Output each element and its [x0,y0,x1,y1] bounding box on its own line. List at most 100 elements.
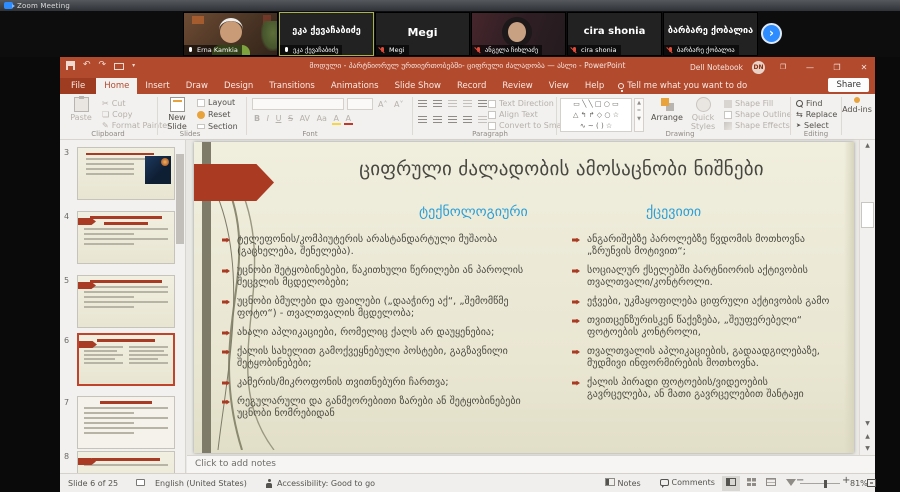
slide-left-column-header[interactable]: ტექნოლოგიური [419,204,528,220]
next-slide-button[interactable]: ▼ [861,443,874,454]
thumbnail-scrollbar-thumb[interactable] [176,154,184,244]
ribbon-display-options-icon[interactable]: ❐ [774,63,792,71]
slide-title[interactable]: ციფრული ძალადობის ამოსაცნობი ნიშნები [289,158,834,180]
slide-scrollbar[interactable]: ▲ ▼ ▲ ▼ [859,140,875,455]
comments-toggle[interactable]: Comments [660,478,715,487]
select-button[interactable]: ➤ Select [796,121,829,130]
bullet-item[interactable]: ტელეფონის/კომპიუტერის არასტანდარტული მუშ… [222,234,524,258]
bullet-item[interactable]: თვალთვალის აპლიკაციების, გადაადგილებაზე,… [572,346,834,370]
font-name-combobox[interactable] [252,98,344,110]
participant-tile-erna[interactable]: Erna Kamkia [183,12,278,56]
view-reading-button[interactable] [762,476,780,491]
account-avatar[interactable]: DN [752,61,765,74]
zoom-slider-track[interactable] [800,483,840,484]
tab-file[interactable]: File [60,78,96,94]
tab-slide-show[interactable]: Slide Show [387,78,449,94]
align-text-button[interactable]: Align Text [488,110,538,119]
reset-button[interactable]: Reset [197,110,230,119]
previous-slide-button[interactable]: ▲ [861,431,874,442]
notes-pane[interactable]: Click to add notes [187,455,875,473]
gallery-down-icon[interactable]: ▼ [635,115,643,123]
gallery-up-icon[interactable]: ▲ [635,99,643,107]
copy-button[interactable]: ❏ Copy [102,110,132,119]
bullet-item[interactable]: ეჭვები, უკმაყოფილება ციფრული აქტივობის გ… [572,296,834,308]
bullet-item[interactable]: თვითცენზურისკენ წაქეზება, „შეუფერებელი“ … [572,315,834,339]
accessibility-status[interactable]: Accessibility: Good to go [277,479,375,488]
slide-left-bullet-list[interactable]: ტელეფონის/კომპიუტერის არასტანდარტული მუშ… [222,234,524,427]
bullet-item[interactable]: რეგულარული და განმეორებითი ზარები ან შეტ… [222,396,524,420]
minimize-button[interactable]: — [801,63,819,72]
tab-animations[interactable]: Animations [323,78,387,94]
tab-transitions[interactable]: Transitions [261,78,323,94]
quick-styles-button[interactable]: Quick Styles [686,97,720,131]
tab-record[interactable]: Record [449,78,494,94]
bullet-item[interactable]: კამერის/მიკროფონის თვითნებური ჩართვა; [222,377,524,389]
find-button[interactable]: Find [796,99,822,108]
tell-me-box[interactable]: Tell me what you want to do [612,78,753,94]
tab-home[interactable]: Home [96,78,137,94]
thumbnail-slide-8[interactable] [77,451,175,473]
bullet-item[interactable]: უცნობი შეტყობინებები, წაკითხული წერილები… [222,265,524,289]
thumbnail-slide-3[interactable] [77,147,175,200]
slide-right-column-header[interactable]: ქცევითი [646,204,701,220]
numbering-button[interactable] [433,100,442,107]
layout-button[interactable]: Layout [197,98,235,107]
zoom-slider-knob[interactable] [824,480,827,488]
thumbnail-slide-7[interactable] [77,396,175,449]
text-direction-button[interactable]: Text Direction [488,99,554,108]
tab-design[interactable]: Design [216,78,261,94]
arrange-button[interactable]: Arrange [650,97,684,122]
tab-help[interactable]: Help [577,78,612,94]
slide-right-bullet-list[interactable]: ანგარიშებზე პაროლებზე წვდომის მოთხოვნა „… [572,234,834,408]
align-left-button[interactable] [418,116,427,123]
thumbnail-slide-5[interactable] [77,275,175,328]
restore-button[interactable]: ❐ [828,63,846,72]
close-button[interactable]: ✕ [855,63,873,72]
align-right-button[interactable] [448,116,457,123]
character-spacing-button[interactable]: AV [298,114,312,123]
shape-gallery-scroll[interactable]: ▲ = ▼ [634,98,644,132]
view-normal-button[interactable] [722,476,740,491]
change-case-button[interactable]: Aa [315,114,329,123]
cut-button[interactable]: ✂ Cut [102,99,126,108]
tab-review[interactable]: Review [494,78,540,94]
accessibility-icon[interactable] [265,478,273,489]
proofing-icon[interactable] [136,478,145,487]
scroll-down-arrow[interactable]: ▼ [861,418,874,430]
bullet-item[interactable]: ქალის პირადი ფოტოების/ვიდეოების გავრცელე… [572,377,834,401]
strikethrough-button[interactable]: S [286,114,295,123]
shape-fill-button[interactable]: Shape Fill [724,99,773,108]
tab-view[interactable]: View [541,78,577,94]
tab-draw[interactable]: Draw [178,78,216,94]
bullets-button[interactable] [418,100,427,107]
language-indicator[interactable]: English (United States) [155,479,247,488]
participant-tile-barbare[interactable]: ბარბარე ქობალია ბარბარე ქობალია [663,12,758,56]
shape-gallery[interactable]: ▭ ╲ ╲ □ ○ ▭ △ ↰ ↱ ◇ ○ ☆ ∿ ~ ( ) ☆ [560,98,632,132]
fit-slide-button[interactable] [867,478,876,488]
view-slide-sorter-button[interactable] [742,476,760,491]
align-center-button[interactable] [433,116,442,123]
participant-tile-eka[interactable]: ეკა ქევაჩაბიძე ეკა ქევაჩაბიძე [279,12,374,56]
scroll-up-arrow[interactable]: ▲ [861,140,874,152]
new-slide-button[interactable]: New Slide [160,97,194,131]
slide-indicator[interactable]: Slide 6 of 25 [68,479,118,488]
slide-canvas[interactable]: ციფრული ძალადობის ამოსაცნობი ნიშნები ტექ… [194,142,854,453]
participant-tile-megi[interactable]: Megi Megi [375,12,470,56]
zoom-out-button[interactable]: − [796,475,804,486]
shape-effects-button[interactable]: Shape Effects [724,121,790,130]
tab-insert[interactable]: Insert [137,78,177,94]
font-size-combobox[interactable] [347,98,373,110]
bullet-item[interactable]: ქალის სახელით გამოქვეყნებული პოსტები, გა… [222,346,524,370]
font-color-button[interactable]: A [344,114,353,125]
share-button[interactable]: Share [828,78,869,92]
highlight-color-button[interactable]: A [332,114,341,125]
participant-tile-angela[interactable]: ანგელა ჩიხლაძე [471,12,566,56]
underline-button[interactable]: U [274,114,284,123]
shape-outline-button[interactable]: Shape Outline [724,110,792,119]
bullet-item[interactable]: ანგარიშებზე პაროლებზე წვდომის მოთხოვნა „… [572,234,834,258]
add-ins-button[interactable]: Add-ins [841,97,873,114]
zoom-percent[interactable]: 81% [850,479,868,488]
participant-tile-cira[interactable]: cira shonia cira shonia [567,12,662,56]
thumbnail-slide-4[interactable] [77,211,175,264]
shrink-font-icon[interactable]: A˅ [394,100,403,109]
